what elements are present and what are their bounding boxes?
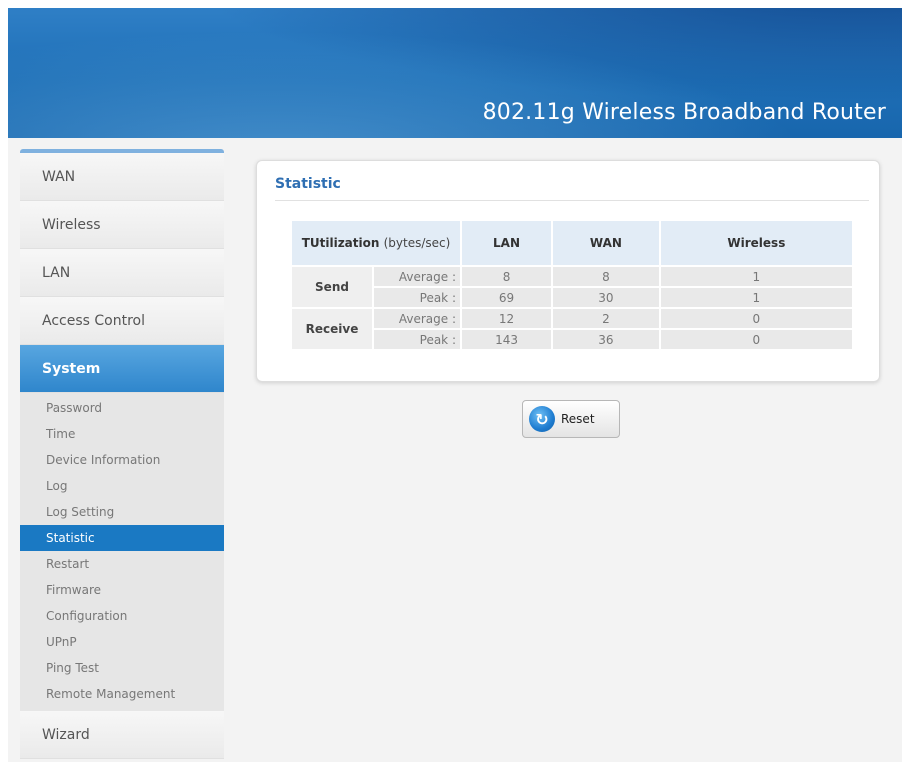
table-row: Receive Average : 12 2 0 [292, 309, 852, 349]
table-cell: 69 [462, 288, 552, 307]
table-cell: 1 [660, 288, 852, 307]
table-header-row: TUtilization (bytes/sec) LAN WAN Wireles… [292, 221, 852, 265]
table-head-utilization: TUtilization (bytes/sec) [292, 221, 460, 265]
header-banner: 802.11g Wireless Broadband Router [8, 8, 902, 138]
submenu-item-ping-test[interactable]: Ping Test [20, 655, 224, 681]
submenu-item-firmware[interactable]: Firmware [20, 577, 224, 603]
statistic-panel: Statistic TUtilization (bytes/sec) LAN W… [256, 160, 880, 382]
table-cell: 12 [462, 309, 552, 328]
table-row: Peak : 69 30 1 [292, 288, 852, 307]
sidebar-item-wan[interactable]: WAN [20, 153, 224, 201]
sidebar-item-access-control[interactable]: Access Control [20, 297, 224, 345]
row-label: Average : [374, 309, 460, 328]
column-header-lan: LAN [462, 221, 552, 265]
table-cell: 8 [553, 267, 659, 286]
row-label: Average : [374, 267, 460, 286]
sidebar-item-wizard[interactable]: Wizard [20, 711, 224, 759]
panel-divider [275, 200, 869, 201]
panel-title: Statistic [275, 176, 341, 192]
system-submenu: Password Time Device Information Log Log… [20, 393, 224, 711]
group-label-receive: Receive [292, 309, 372, 349]
submenu-item-device-information[interactable]: Device Information [20, 447, 224, 473]
submenu-item-statistic[interactable]: Statistic [20, 525, 224, 551]
table-row: Peak : 143 36 0 [292, 330, 852, 349]
submenu-item-configuration[interactable]: Configuration [20, 603, 224, 629]
table-cell: 30 [553, 288, 659, 307]
submenu-item-time[interactable]: Time [20, 421, 224, 447]
refresh-icon: ↻ [529, 406, 555, 432]
product-title: 802.11g Wireless Broadband Router [482, 100, 886, 125]
head-label: TUtilization [301, 236, 380, 250]
table-cell: 0 [660, 309, 852, 328]
table-row: Send Average : 8 8 1 [292, 267, 852, 307]
sidebar-item-system[interactable]: System [20, 345, 224, 393]
row-label: Peak : [374, 288, 460, 307]
column-header-wan: WAN [553, 221, 659, 265]
submenu-item-log[interactable]: Log [20, 473, 224, 499]
submenu-item-password[interactable]: Password [20, 395, 224, 421]
submenu-item-restart[interactable]: Restart [20, 551, 224, 577]
table-cell: 0 [660, 330, 852, 349]
head-unit: (bytes/sec) [383, 236, 451, 250]
column-header-wireless: Wireless [660, 221, 852, 265]
reset-label: Reset [561, 412, 595, 426]
statistic-table: TUtilization (bytes/sec) LAN WAN Wireles… [290, 219, 854, 351]
submenu-item-remote-management[interactable]: Remote Management [20, 681, 224, 707]
table-cell: 2 [553, 309, 659, 328]
reset-button[interactable]: ↻ Reset [522, 400, 620, 438]
row-label: Peak : [374, 330, 460, 349]
submenu-item-upnp[interactable]: UPnP [20, 629, 224, 655]
table-cell: 1 [660, 267, 852, 286]
group-label-send: Send [292, 267, 372, 307]
submenu-item-log-setting[interactable]: Log Setting [20, 499, 224, 525]
table-cell: 143 [462, 330, 552, 349]
sidebar-item-wireless[interactable]: Wireless [20, 201, 224, 249]
sidebar-item-lan[interactable]: LAN [20, 249, 224, 297]
table-cell: 36 [553, 330, 659, 349]
table-cell: 8 [462, 267, 552, 286]
sidebar-menu: WAN Wireless LAN Access Control System P… [20, 149, 224, 759]
